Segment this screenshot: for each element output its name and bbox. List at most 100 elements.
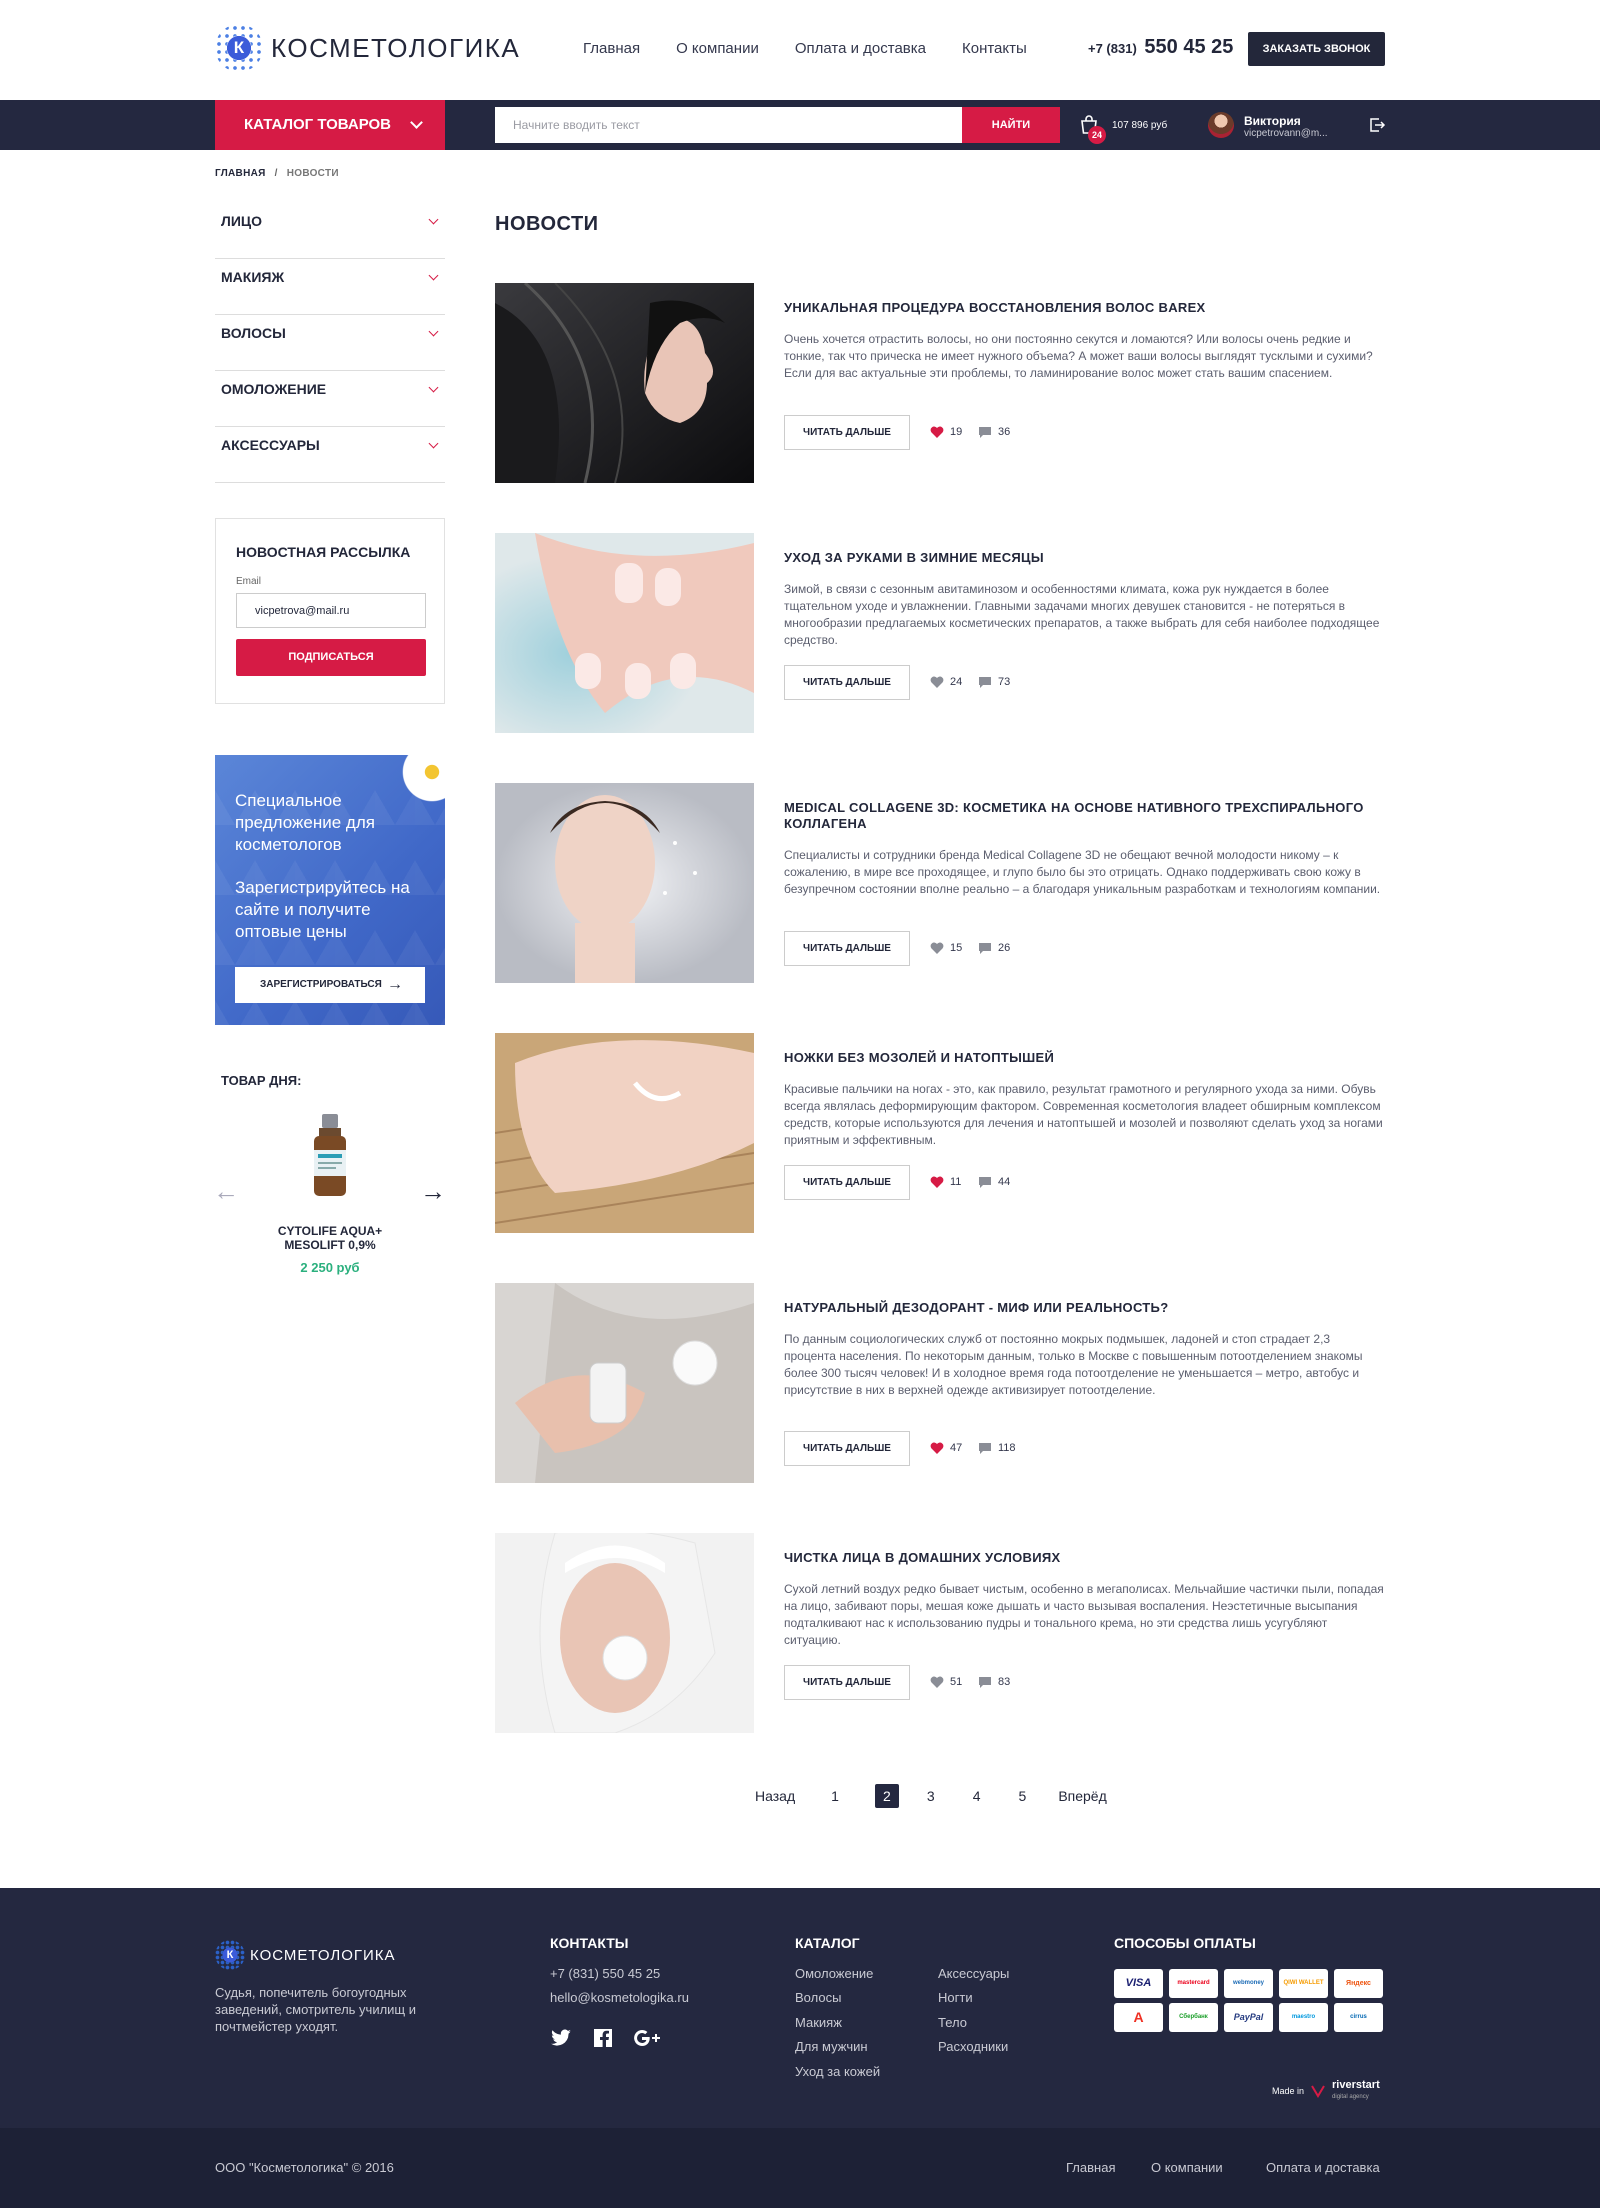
search-button[interactable]: НАЙТИ <box>962 107 1060 143</box>
news-title[interactable]: MEDICAL COLLAGENE 3D: КОСМЕТИКА НА ОСНОВ… <box>784 800 1384 832</box>
subscribe-button[interactable]: ПОДПИСАТЬСЯ <box>236 639 426 676</box>
news-title[interactable]: НОЖКИ БЕЗ МОЗОЛЕЙ И НАТОПТЫШЕЙ <box>784 1050 1384 1066</box>
footer-catalog-link[interactable]: Тело <box>938 2015 967 2030</box>
breadcrumb-home[interactable]: ГЛАВНАЯ <box>215 168 266 179</box>
read-more-button[interactable]: ЧИТАТЬ ДАЛЬШЕ <box>784 1165 910 1200</box>
side-menu-item-hair[interactable]: ВОЛОСЫ <box>215 315 445 371</box>
news-image[interactable] <box>495 783 754 983</box>
read-more-button[interactable]: ЧИТАТЬ ДАЛЬШЕ <box>784 1665 910 1700</box>
twitter-icon[interactable] <box>549 2026 573 2050</box>
footer-catalog-link[interactable]: Макияж <box>795 2015 842 2030</box>
bottom-nav-home[interactable]: Главная <box>1066 2160 1115 2175</box>
footer-catalog-link[interactable]: Омоложение <box>795 1966 873 1981</box>
logo-icon: К <box>215 1940 245 1970</box>
side-menu: ЛИЦО МАКИЯЖ ВОЛОСЫ ОМОЛОЖЕНИЕ АКСЕССУАРЫ <box>215 203 445 483</box>
comment-counter[interactable]: 44 <box>978 1176 1010 1188</box>
made-by[interactable]: Made in riverstart digital agency <box>1272 2080 1380 2102</box>
newsletter-title: НОВОСТНАЯ РАССЫЛКА <box>236 544 411 560</box>
like-counter[interactable]: 19 <box>930 426 962 438</box>
logo-icon: К <box>215 24 263 72</box>
side-menu-item-rejuvenation[interactable]: ОМОЛОЖЕНИЕ <box>215 371 445 427</box>
news-text: По данным социологических служб от посто… <box>784 1332 1363 1397</box>
avatar[interactable] <box>1208 112 1234 138</box>
product-image[interactable] <box>310 1112 350 1200</box>
product-name[interactable]: CYTOLIFE AQUA+ MESOLIFT 0,9% <box>255 1224 405 1252</box>
pagination-next[interactable]: Вперёд <box>1058 1788 1106 1804</box>
footer-catalog-link[interactable]: Волосы <box>795 1990 841 2005</box>
news-title[interactable]: УНИКАЛЬНАЯ ПРОЦЕДУРА ВОССТАНОВЛЕНИЯ ВОЛО… <box>784 300 1384 316</box>
bottom-nav-delivery[interactable]: Оплата и доставка <box>1266 2160 1380 2175</box>
order-call-button[interactable]: ЗАКАЗАТЬ ЗВОНОК <box>1248 32 1385 66</box>
nav-home[interactable]: Главная <box>583 40 640 57</box>
side-menu-item-accessories[interactable]: АКСЕССУАРЫ <box>215 427 445 483</box>
pagination-page[interactable]: 1 <box>831 1788 839 1804</box>
cirrus-icon: cirrus <box>1334 2003 1383 2032</box>
comment-counter[interactable]: 83 <box>978 1676 1010 1688</box>
google-plus-icon[interactable] <box>633 2026 663 2050</box>
chevron-down-icon <box>428 270 439 281</box>
logo[interactable]: К КОСМЕТОЛОГИКА <box>215 24 520 72</box>
pagination-page-current[interactable]: 2 <box>874 1784 899 1808</box>
nav-delivery[interactable]: Оплата и доставка <box>795 40 926 57</box>
pagination-page[interactable]: 3 <box>927 1788 935 1804</box>
arrow-right-icon[interactable]: → <box>420 1178 446 1204</box>
footer-logo[interactable]: К КОСМЕТОЛОГИКА <box>215 1940 396 1970</box>
like-counter[interactable]: 51 <box>930 1676 962 1688</box>
footer-phone[interactable]: +7 (831) 550 45 25 <box>550 1966 660 1981</box>
paypal-icon: PayPal <box>1224 2003 1273 2032</box>
arrow-left-icon[interactable]: ← <box>213 1178 239 1204</box>
like-counter[interactable]: 15 <box>930 942 962 954</box>
footer-catalog-link[interactable]: Для мужчин <box>795 2039 868 2054</box>
news-title[interactable]: УХОД ЗА РУКАМИ В ЗИМНИЕ МЕСЯЦЫ <box>784 550 1384 566</box>
catalog-button[interactable]: КАТАЛОГ ТОВАРОВ <box>215 100 445 150</box>
nav-about[interactable]: О компании <box>676 40 759 57</box>
footer-catalog-link[interactable]: Уход за кожей <box>795 2064 880 2079</box>
bottom-nav-about[interactable]: О компании <box>1151 2160 1223 2175</box>
cart-count-badge: 24 <box>1088 126 1106 144</box>
pagination-prev[interactable]: Назад <box>755 1788 795 1804</box>
like-counter[interactable]: 24 <box>930 676 962 688</box>
footer-catalog-link[interactable]: Аксессуары <box>938 1966 1009 1981</box>
user-name[interactable]: Виктория <box>1244 114 1301 128</box>
footer-email[interactable]: hello@kosmetologika.ru <box>550 1990 689 2005</box>
news-item: НОЖКИ БЕЗ МОЗОЛЕЙ И НАТОПТЫШЕЙ Красивые … <box>495 1033 1385 1233</box>
footer-catalog-title: КАТАЛОГ <box>795 1935 860 1951</box>
side-menu-item-makeup[interactable]: МАКИЯЖ <box>215 259 445 315</box>
comment-counter[interactable]: 118 <box>978 1442 1016 1454</box>
news-image[interactable] <box>495 1283 754 1483</box>
logout-icon[interactable] <box>1368 116 1386 134</box>
product-of-day-title: ТОВАР ДНЯ: <box>221 1073 302 1088</box>
read-more-button[interactable]: ЧИТАТЬ ДАЛЬШЕ <box>784 415 910 450</box>
email-field[interactable] <box>236 593 426 628</box>
page-title: НОВОСТИ <box>495 213 599 235</box>
read-more-button[interactable]: ЧИТАТЬ ДАЛЬШЕ <box>784 665 910 700</box>
pagination-page[interactable]: 5 <box>1019 1788 1027 1804</box>
comment-counter[interactable]: 36 <box>978 426 1010 438</box>
pagination-page[interactable]: 4 <box>973 1788 981 1804</box>
arrow-right-icon: → <box>387 976 403 993</box>
news-title[interactable]: ЧИСТКА ЛИЦА В ДОМАШНИХ УСЛОВИЯХ <box>784 1550 1384 1566</box>
read-more-button[interactable]: ЧИТАТЬ ДАЛЬШЕ <box>784 1431 910 1466</box>
news-title[interactable]: НАТУРАЛЬНЫЙ ДЕЗОДОРАНТ - МИФ ИЛИ РЕАЛЬНО… <box>784 1300 1384 1316</box>
footer-catalog-link[interactable]: Ногти <box>938 1990 973 2005</box>
side-menu-item-face[interactable]: ЛИЦО <box>215 203 445 259</box>
heart-icon <box>930 1442 944 1454</box>
news-image[interactable] <box>495 1533 754 1733</box>
comment-icon <box>979 1443 991 1454</box>
comment-counter[interactable]: 73 <box>978 676 1010 688</box>
user-email: vicpetrovann@m... <box>1244 128 1328 139</box>
news-image[interactable] <box>495 1033 754 1233</box>
news-item: УХОД ЗА РУКАМИ В ЗИМНИЕ МЕСЯЦЫ Зимой, в … <box>495 533 1385 733</box>
news-image[interactable] <box>495 533 754 733</box>
comment-counter[interactable]: 26 <box>978 942 1010 954</box>
nav-contacts[interactable]: Контакты <box>962 40 1027 57</box>
facebook-icon[interactable] <box>591 2026 615 2050</box>
footer-catalog-link[interactable]: Расходники <box>938 2039 1008 2054</box>
like-counter[interactable]: 11 <box>930 1176 961 1188</box>
search-input[interactable] <box>495 107 962 143</box>
like-counter[interactable]: 47 <box>930 1442 962 1454</box>
news-text: Зимой, в связи с сезонным авитаминозом и… <box>784 582 1380 647</box>
read-more-button[interactable]: ЧИТАТЬ ДАЛЬШЕ <box>784 931 910 966</box>
news-image[interactable] <box>495 283 754 483</box>
register-button[interactable]: ЗАРЕГИСТРИРОВАТЬСЯ → <box>235 967 425 1003</box>
